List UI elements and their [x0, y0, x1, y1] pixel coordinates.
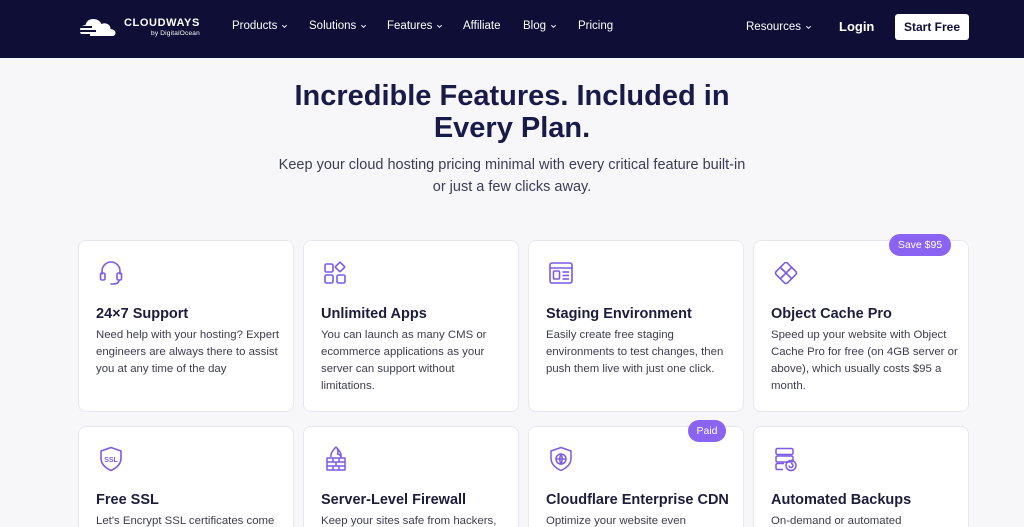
brand-name: CLOUDWAYS [124, 17, 200, 30]
feature-card-unlimited-apps: Unlimited Apps You can launch as many CM… [303, 240, 519, 412]
card-description: Let's Encrypt SSL certificates come [96, 515, 275, 527]
cloudways-logo[interactable]: CLOUDWAYS by DigitalOcean [78, 14, 200, 42]
brand-sub: by DigitalOcean [151, 30, 200, 38]
login-link[interactable]: Login [839, 19, 874, 34]
feature-card-support: 24×7 Support Need help with your hosting… [78, 240, 294, 412]
save-badge: Save $95 [889, 234, 951, 256]
chevron-down-icon [282, 24, 288, 28]
card-title: Automated Backups [771, 492, 912, 508]
backup-server-icon [775, 447, 797, 472]
card-title: Free SSL [96, 492, 159, 508]
nav-affiliate[interactable]: Affiliate [463, 20, 501, 32]
feature-card-automated-backups: Automated Backups On-demand or automated [753, 426, 969, 527]
cloud-logo-icon [78, 19, 116, 36]
card-description: Need help with your hosting? Expert engi… [96, 329, 279, 375]
page-subtitle: Keep your cloud hosting pricing minimal … [278, 157, 746, 195]
feature-card-object-cache: Object Cache Pro Speed up your website w… [753, 240, 969, 412]
start-free-button[interactable]: Start Free [895, 14, 969, 40]
paid-badge: Paid [688, 420, 726, 442]
card-description: On-demand or automated [771, 515, 902, 527]
card-description: You can launch as many CMS or ecommerce … [321, 329, 487, 392]
cloudflare-shield-icon [550, 446, 572, 472]
chevron-down-icon [805, 25, 811, 29]
nav-solutions[interactable]: Solutions [309, 20, 367, 32]
card-title: Object Cache Pro [771, 306, 892, 322]
card-description: Speed up your website with Object Cache … [771, 329, 958, 392]
svg-text:SSL: SSL [104, 457, 118, 464]
page-title: Incredible Features. Included in Every P… [294, 80, 730, 144]
feature-card-staging: Staging Environment Easily create free s… [528, 240, 744, 412]
nav-pricing[interactable]: Pricing [578, 20, 613, 32]
top-navbar: CLOUDWAYS by DigitalOcean Products Solut… [0, 0, 1024, 58]
apps-grid-icon [324, 261, 346, 284]
nav-features[interactable]: Features [387, 20, 443, 32]
card-title: Staging Environment [546, 306, 692, 322]
card-description: Easily create free staging environments … [546, 329, 724, 375]
staging-window-icon [549, 262, 573, 284]
nav-resources[interactable]: Resources [746, 21, 812, 33]
feature-card-firewall: Server-Level Firewall Keep your sites sa… [303, 426, 519, 527]
object-cache-icon [774, 261, 798, 285]
ssl-shield-icon: SSL [100, 446, 122, 472]
headset-icon [99, 261, 123, 285]
card-title: Cloudflare Enterprise CDN [546, 492, 729, 508]
chevron-down-icon [437, 24, 443, 28]
chevron-down-icon [361, 24, 367, 28]
card-title: Server-Level Firewall [321, 492, 467, 508]
chevron-down-icon [551, 24, 557, 28]
firewall-icon [326, 446, 346, 471]
card-description: Optimize your website even [546, 515, 686, 527]
card-description: Keep your sites safe from hackers, [321, 515, 497, 527]
nav-products[interactable]: Products [232, 20, 288, 32]
card-title: Unlimited Apps [321, 306, 427, 322]
feature-card-free-ssl: SSL Free SSL Let's Encrypt SSL certifica… [78, 426, 294, 527]
card-title: 24×7 Support [96, 306, 189, 322]
nav-blog[interactable]: Blog [523, 20, 557, 32]
